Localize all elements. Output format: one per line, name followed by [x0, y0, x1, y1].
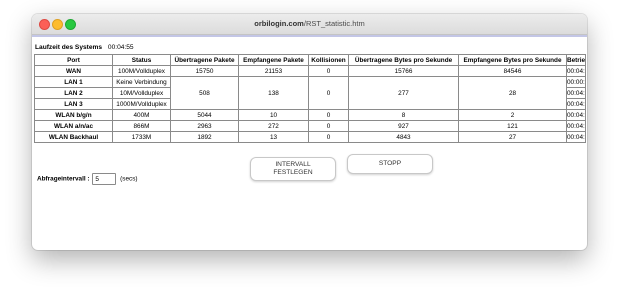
cell-status: 400M — [112, 109, 171, 121]
header-collisions: Kollisionen — [308, 54, 349, 66]
window-title-path: /RST_statistic.htm — [303, 19, 365, 28]
cell-rx-packets-lan: 138 — [238, 76, 309, 110]
stop-button[interactable]: STOPP — [347, 154, 433, 174]
cell-status: Keine Verbindung — [112, 76, 171, 88]
cell-uptime: 00:04:29 — [566, 87, 586, 99]
cell-status: 1733M — [112, 131, 171, 143]
cell-collisions-lan: 0 — [308, 76, 349, 110]
title-bar: orbilogin.com/RST_statistic.htm — [32, 14, 587, 35]
cell-collisions: 0 — [308, 109, 349, 121]
cell-port: LAN 2 — [34, 87, 113, 99]
cell-tx-packets: 2963 — [170, 120, 239, 132]
cell-rx-bytes: 84546 — [458, 65, 567, 77]
set-interval-label-line1: INTERVALL — [275, 161, 311, 168]
polling-controls: Abfrageintervall : (secs) INTERVALL FEST… — [34, 143, 585, 203]
system-runtime: Laufzeit des Systems 00:04:55 — [35, 44, 585, 51]
cell-tx-packets: 1892 — [170, 131, 239, 143]
table-row: LAN 1 Keine Verbindung 508 138 0 277 28 … — [34, 76, 586, 110]
window-title-host: orbilogin.com — [254, 19, 304, 28]
cell-tx-packets: 15750 — [170, 65, 239, 77]
table-header-row: Port Status Übertragene Pakete Empfangen… — [34, 54, 586, 66]
cell-collisions: 0 — [308, 131, 349, 143]
cell-port: LAN 1 — [34, 76, 113, 88]
header-tx-packets: Übertragene Pakete — [170, 54, 239, 66]
cell-rx-bytes-lan: 28 — [458, 76, 567, 110]
table-row: WAN 100M/Vollduplex 15750 21153 0 15766 … — [34, 65, 586, 77]
header-uptime: Betriebszeit — [566, 54, 586, 66]
cell-rx-packets: 13 — [238, 131, 309, 143]
cell-uptime: 00:04:14 — [566, 131, 586, 143]
cell-tx-bytes-lan: 277 — [348, 76, 459, 110]
cell-uptime: 00:04:39 — [566, 65, 586, 77]
cell-rx-bytes: 27 — [458, 131, 567, 143]
cell-port: WLAN a/n/ac — [34, 120, 113, 132]
poll-interval-input[interactable] — [92, 173, 117, 185]
system-runtime-value: 00:04:55 — [107, 44, 134, 51]
port-statistics-table: Port Status Übertragene Pakete Empfangen… — [34, 54, 586, 143]
set-interval-label-line2: FESTLEGEN — [273, 169, 313, 176]
cell-port: WAN — [34, 65, 113, 77]
cell-rx-packets: 10 — [238, 109, 309, 121]
browser-window: orbilogin.com/RST_statistic.htm Laufzeit… — [32, 14, 587, 250]
poll-interval-label: Abfrageintervall : — [37, 175, 90, 183]
cell-uptime: 00:04:14 — [566, 120, 586, 132]
cell-uptime: 00:04:16 — [566, 109, 586, 121]
cell-rx-packets: 272 — [238, 120, 309, 132]
cell-tx-bytes: 15766 — [348, 65, 459, 77]
cell-tx-packets: 5044 — [170, 109, 239, 121]
poll-interval-group: Abfrageintervall : (secs) — [37, 173, 138, 185]
cell-tx-bytes: 927 — [348, 120, 459, 132]
cell-uptime: 00:00:00 — [566, 76, 586, 88]
set-interval-label: INTERVALL FESTLEGEN — [273, 161, 312, 177]
cell-port: WLAN b/g/n — [34, 109, 113, 121]
cell-port: LAN 3 — [34, 98, 113, 110]
cell-rx-packets: 21153 — [238, 65, 309, 77]
cell-rx-bytes: 2 — [458, 109, 567, 121]
poll-interval-unit: (secs) — [120, 175, 138, 183]
statistics-page: Laufzeit des Systems 00:04:55 Port Statu… — [32, 37, 587, 203]
cell-status: 10M/Vollduplex — [112, 87, 171, 99]
cell-port: WLAN Backhaul — [34, 131, 113, 143]
cell-status: 100M/Vollduplex — [112, 65, 171, 77]
header-tx-bytes: Übertragene Bytes pro Sekunde — [348, 54, 459, 66]
system-runtime-label: Laufzeit des Systems — [35, 44, 103, 51]
cell-rx-bytes: 121 — [458, 120, 567, 132]
cell-collisions: 0 — [308, 120, 349, 132]
header-status: Status — [112, 54, 171, 66]
table-row: WLAN Backhaul 1733M 1892 13 0 4843 27 00… — [34, 131, 586, 143]
header-rx-packets: Empfangene Pakete — [238, 54, 309, 66]
header-port: Port — [34, 54, 113, 66]
cell-collisions: 0 — [308, 65, 349, 77]
table-row: WLAN b/g/n 400M 5044 10 0 8 2 00:04:16 — [34, 109, 586, 121]
cell-uptime: 00:04:29 — [566, 98, 586, 110]
cell-tx-bytes: 8 — [348, 109, 459, 121]
window-title: orbilogin.com/RST_statistic.htm — [32, 14, 587, 34]
set-interval-button[interactable]: INTERVALL FESTLEGEN — [250, 157, 336, 181]
table-row: WLAN a/n/ac 866M 2963 272 0 927 121 00:0… — [34, 120, 586, 132]
header-rx-bytes: Empfangene Bytes pro Sekunde — [458, 54, 567, 66]
cell-tx-bytes: 4843 — [348, 131, 459, 143]
cell-tx-packets-lan: 508 — [170, 76, 239, 110]
cell-status: 1000M/Vollduplex — [112, 98, 171, 110]
cell-status: 866M — [112, 120, 171, 132]
